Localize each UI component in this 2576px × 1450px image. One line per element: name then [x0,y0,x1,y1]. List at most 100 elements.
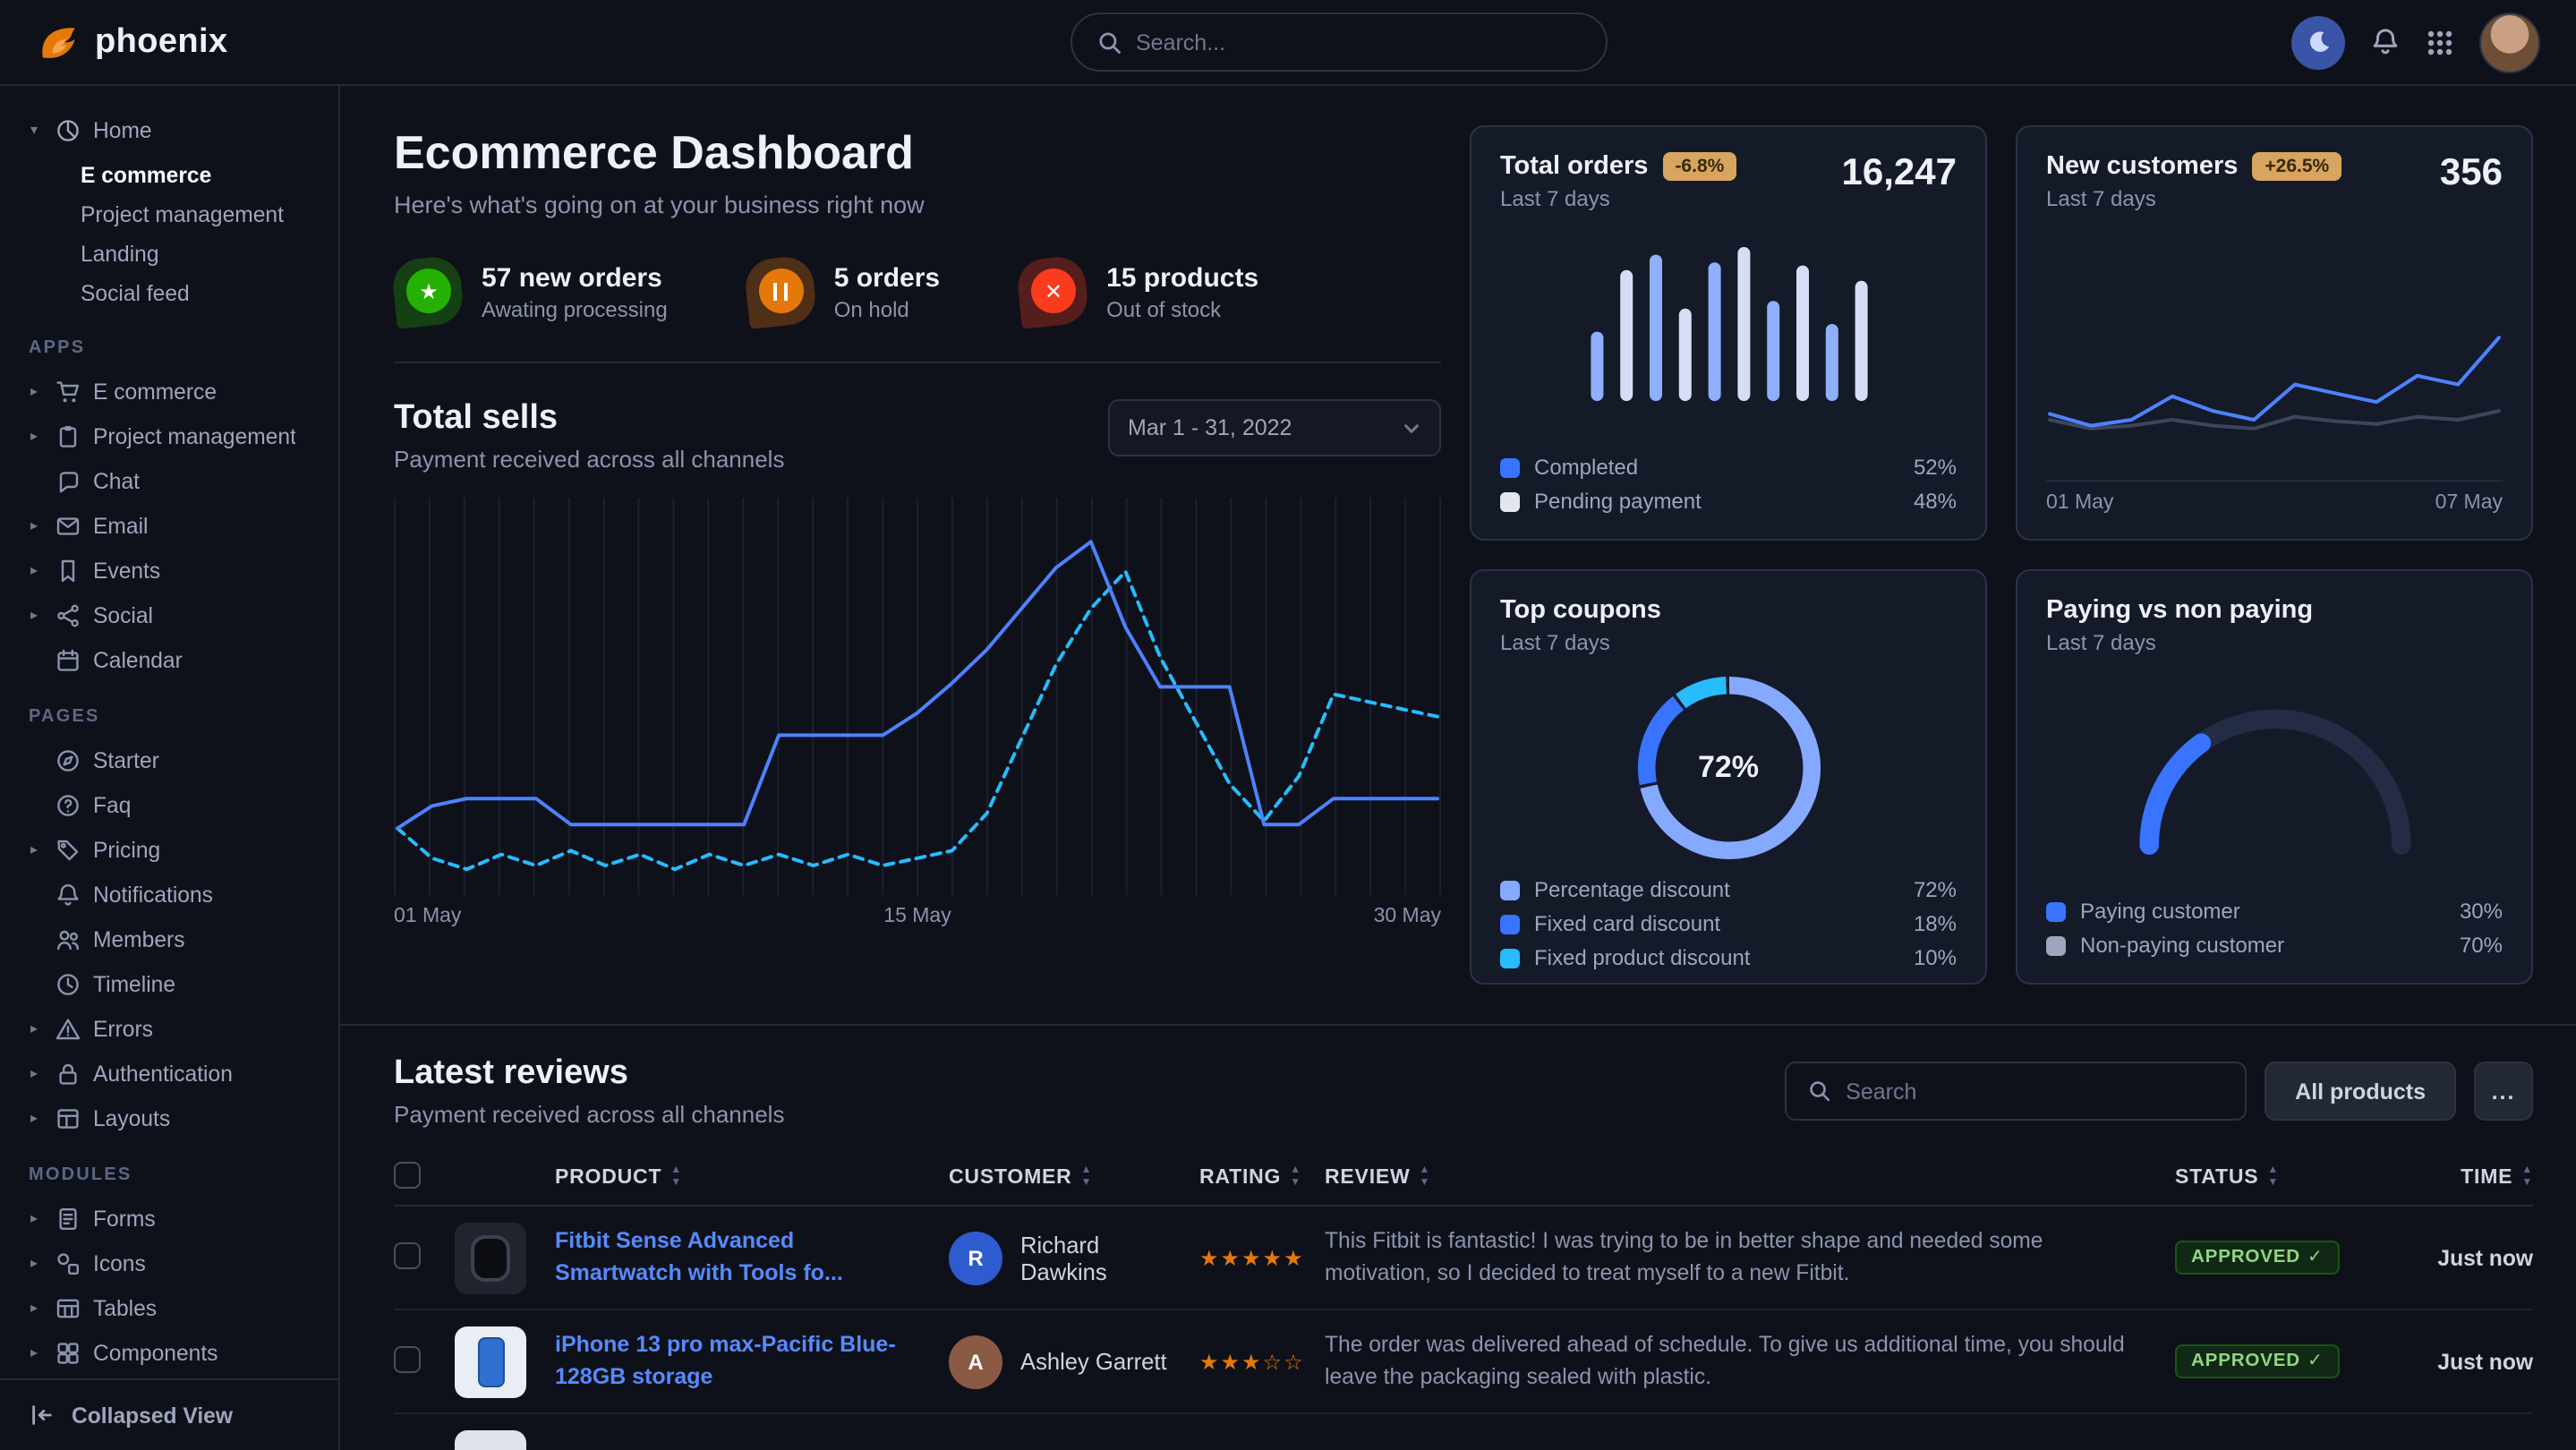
sidebar-item-timeline[interactable]: Timeline [25,961,324,1006]
reviews-title: Latest reviews [394,1054,784,1094]
status-cell: APPROVED ✓ [2175,1344,2390,1378]
more-options-button[interactable]: ... [2474,1062,2533,1121]
all-products-button[interactable]: All products [2265,1062,2456,1121]
reviews-search[interactable] [1785,1062,2247,1121]
sidebar-item-errors[interactable]: ▸Errors [25,1006,324,1051]
select-all-checkbox[interactable] [394,1161,421,1188]
apps-grid-button[interactable] [2426,28,2454,56]
sidebar: ▾ Home E commerceProject managementLandi… [0,86,340,1450]
sidebar-item-tables[interactable]: ▸Tables [25,1285,324,1330]
column-header-review[interactable]: REVIEW ▲▼ [1325,1165,2175,1188]
trend-badge: +26.5% [2252,152,2341,181]
sidebar-item-members[interactable]: Members [25,917,324,961]
product-link[interactable]: Fitbit Sense Advanced Smartwatch with To… [555,1226,949,1289]
column-header-product[interactable]: PRODUCT ▲▼ [555,1165,949,1188]
layout-icon [55,1105,81,1130]
legend-swatch [1500,880,1520,900]
legend-label: Non-paying customer [2080,933,2284,958]
sidebar-item-e-commerce[interactable]: E commerce [25,156,324,195]
column-header-time[interactable]: TIME ▲▼ [2390,1165,2533,1188]
sidebar-item-authentication[interactable]: ▸Authentication [25,1051,324,1096]
sort-icon: ▲▼ [1290,1165,1301,1188]
star-icon: ★ [419,280,439,302]
notifications-button[interactable] [2370,27,2401,57]
stats-row: ★ 57 new orders Awating processing 5 ord… [394,258,1441,326]
navbar-search-input[interactable] [1136,30,1580,55]
reviews-search-input[interactable] [1846,1079,2223,1104]
rating-stars: ★★★☆☆ [1199,1349,1325,1374]
review-row-richard-dawkins: Fitbit Sense Advanced Smartwatch with To… [394,1207,2533,1310]
sidebar-item-label: Email [93,513,149,538]
sidebar-item-label: Project management [93,423,296,448]
caret-right-icon: ▸ [25,1065,43,1081]
sidebar-item-landing[interactable]: Landing [25,235,324,274]
sidebar-item-social[interactable]: ▸Social [25,593,324,637]
legend-label: Pending payment [1534,489,1702,514]
sidebar-item-starter[interactable]: Starter [25,738,324,782]
status-badge: APPROVED ✓ [2175,1241,2340,1275]
date-range-select[interactable]: Mar 1 - 31, 2022 [1108,399,1441,456]
legend-swatch [1500,491,1520,511]
sidebar-item-layouts[interactable]: ▸Layouts [25,1096,324,1140]
theme-toggle-button[interactable] [2291,15,2345,69]
chevron-down-icon [1402,418,1421,438]
column-header-status[interactable]: STATUS ▲▼ [2175,1165,2390,1188]
card-title: New customers [2046,152,2238,181]
card-period: Last 7 days [1500,630,1661,655]
legend-value: 70% [2460,933,2503,958]
sidebar-item-faq[interactable]: Faq [25,782,324,827]
column-header-rating[interactable]: RATING ▲▼ [1199,1165,1325,1188]
sidebar-item-email[interactable]: ▸Email [25,503,324,548]
total-sells-header: Total sells Payment received across all … [394,399,1441,473]
sidebar-item-home[interactable]: ▾ Home [25,107,324,152]
new-customers-card: New customers+26.5% Last 7 days 356 01 M… [2016,125,2533,541]
sidebar-section-label-pages: PAGES [29,707,324,727]
total-sells-chart-area: 01 May 15 May 30 May [394,498,1441,927]
sidebar-item-forms[interactable]: ▸Forms [25,1196,324,1241]
legend-item-percentage-discount: Percentage discount 72% [1500,877,1957,902]
navbar-search[interactable] [1070,13,1607,72]
form-icon [55,1206,81,1231]
tag-icon [55,837,81,862]
product-thumbnail [455,1326,526,1397]
total-sells-x-axis: 01 May 15 May 30 May [394,906,1441,927]
product-link[interactable]: iPhone 13 pro max-Pacific Blue-128GB sto… [555,1330,949,1393]
sort-icon: ▲▼ [670,1165,682,1188]
row-checkbox[interactable] [394,1345,421,1372]
paying-vs-nonpaying-card: Paying vs non paying Last 7 days Paying … [2016,569,2533,985]
top-coupons-chart-area: 72% [1630,670,1827,866]
sidebar-item-notifications[interactable]: Notifications [25,872,324,917]
stat-caption: Awating processing [482,296,668,321]
sidebar-item-components[interactable]: ▸Components [25,1330,324,1375]
trend-badge: -6.8% [1662,152,1736,181]
paying-legend: Paying customer 30% Non-paying customer … [2046,899,2503,958]
stat-caption: On hold [834,296,940,321]
row-checkbox[interactable] [394,1241,421,1268]
sidebar-item-chat[interactable]: Chat [25,458,324,503]
sidebar-item-events[interactable]: ▸Events [25,548,324,593]
legend-item-paying-customer: Paying customer 30% [2046,899,2503,924]
stat-title: 15 products [1106,262,1258,293]
review-time: Just now [2390,1245,2533,1270]
caret-right-icon: ▸ [25,428,43,444]
clock-icon [55,971,81,996]
review-time: Just now [2390,1349,2533,1374]
sidebar-item-project-management[interactable]: Project management [25,195,324,235]
sidebar-item-e-commerce[interactable]: ▸E commerce [25,369,324,414]
sidebar-item-label: Tables [93,1295,157,1320]
sidebar-item-project-management[interactable]: ▸ Project management [25,414,324,458]
sidebar-item-social-feed[interactable]: Social feed [25,274,324,313]
clipboard-icon [55,423,81,448]
user-avatar[interactable] [2479,12,2540,72]
dashboard-left-column: Ecommerce Dashboard Here's what's going … [394,125,1441,985]
phone-image [477,1336,504,1386]
collapsed-view-toggle[interactable]: Collapsed View [0,1378,338,1450]
sidebar-item-icons[interactable]: ▸Icons [25,1241,324,1285]
column-header-customer[interactable]: CUSTOMER ▲▼ [949,1165,1199,1188]
sidebar-item-pricing[interactable]: ▸Pricing [25,827,324,872]
sidebar-item-calendar[interactable]: Calendar [25,637,324,682]
bookmark-icon [55,558,81,583]
brand[interactable]: phoenix [36,20,228,64]
card-title: Total orders [1500,152,1648,181]
sidebar-item-label: Pricing [93,837,160,862]
